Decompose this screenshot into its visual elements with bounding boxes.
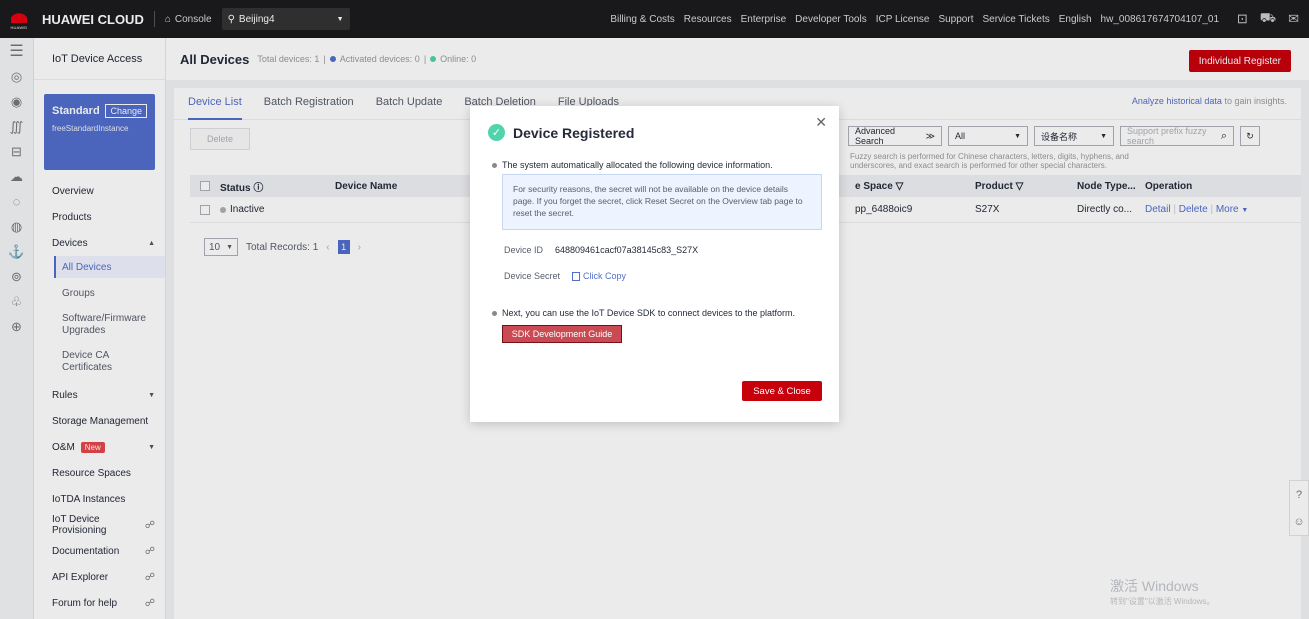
allocation-info: The system automatically allocated the f… [492,160,773,170]
close-icon[interactable]: ✕ [815,114,827,131]
success-check-icon: ✓ [488,124,505,141]
click-copy-label: Click Copy [583,271,627,281]
device-id-value: 648809461cacf07a38145c83_S27X [555,245,699,255]
device-id-label: Device ID [504,245,544,255]
sdk-info-text: Next, you can use the IoT Device SDK to … [502,308,795,318]
device-registered-dialog: ✕ ✓ Device Registered The system automat… [470,106,839,422]
bullet-icon [492,162,497,168]
sdk-info: Next, you can use the IoT Device SDK to … [492,308,795,318]
security-notice: For security reasons, the secret will no… [502,174,822,230]
copy-icon [572,271,581,281]
device-id-row: Device ID 648809461cacf07a38145c83_S27X [504,245,698,255]
sdk-development-guide-button[interactable]: SDK Development Guide [502,325,622,343]
dialog-header: ✓ Device Registered [488,124,634,141]
click-copy-button[interactable]: Click Copy [572,271,626,281]
allocation-info-text: The system automatically allocated the f… [502,160,773,170]
bullet-icon [492,310,497,316]
device-secret-row: Device Secret Click Copy [504,271,626,281]
device-secret-label: Device Secret [504,271,561,281]
save-and-close-button[interactable]: Save & Close [742,381,822,401]
dialog-title: Device Registered [513,124,635,141]
